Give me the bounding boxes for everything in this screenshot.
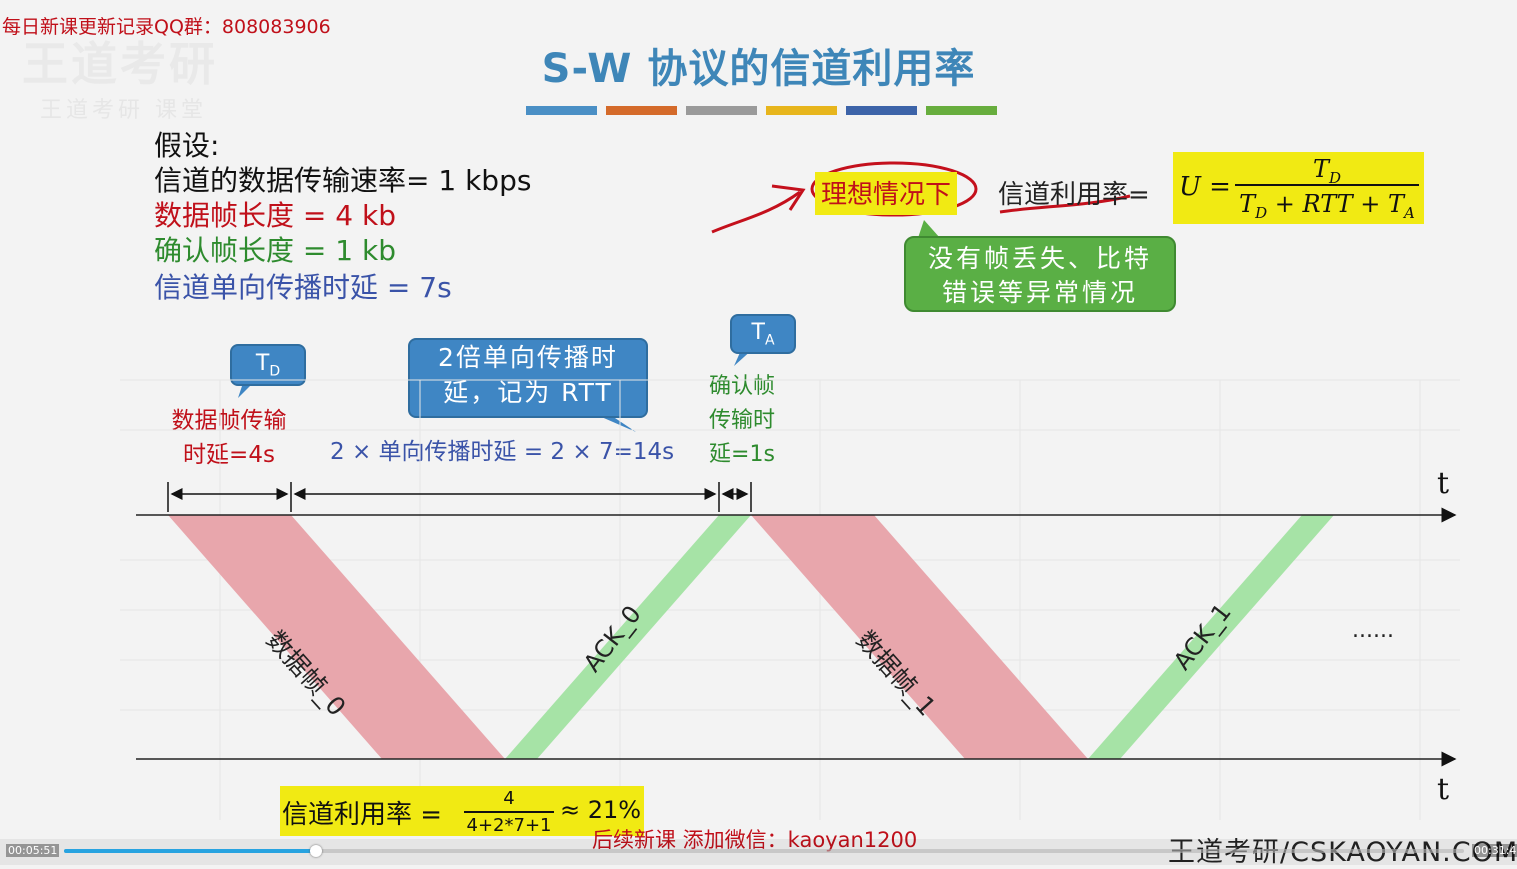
result-label: 信道利用率 = [282,800,443,830]
interval-markers [167,482,752,512]
progress-fill [64,849,316,853]
data-frame-1-band [751,515,1088,759]
data-frame-0-band [168,515,505,759]
total-time: 00:31:40 [1472,844,1517,857]
result-fraction: 4 4+2*7+1 [464,788,554,836]
result-numerator: 4 [503,788,515,809]
receiver-axis-label: t [1437,772,1450,807]
progress-handle[interactable] [310,845,322,857]
sender-axis-label: t [1437,466,1450,501]
timing-diagram [120,379,1460,820]
result-approx: ≈ 21% [560,796,642,824]
current-time: 00:05:51 [6,844,60,857]
continuation-dots: ...... [1352,618,1394,643]
progress-bar[interactable] [64,845,1464,857]
result-denominator: 4+2*7+1 [466,815,552,836]
utilization-result: 信道利用率 = 4 4+2*7+1 ≈ 21% [280,786,644,836]
